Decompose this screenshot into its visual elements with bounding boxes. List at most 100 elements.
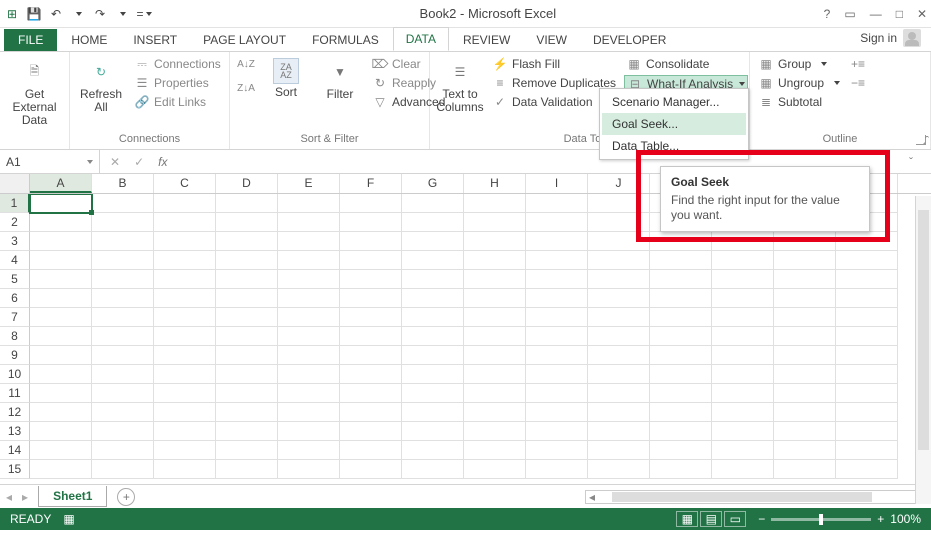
zoom-in-icon[interactable]: + [877,512,884,526]
cell-M4[interactable] [774,251,836,270]
cell-J11[interactable] [588,384,650,403]
cell-H11[interactable] [464,384,526,403]
cell-J12[interactable] [588,403,650,422]
row-header-3[interactable]: 3 [0,232,30,251]
scenario-manager-item[interactable]: Scenario Manager... [602,91,746,113]
cell-K5[interactable] [650,270,712,289]
redo-icon[interactable]: ↷ [92,6,108,22]
cell-H1[interactable] [464,194,526,213]
cell-L3[interactable] [712,232,774,251]
cell-G9[interactable] [402,346,464,365]
cell-K14[interactable] [650,441,712,460]
cell-E15[interactable] [278,460,340,479]
cell-H10[interactable] [464,365,526,384]
cell-K15[interactable] [650,460,712,479]
cell-A6[interactable] [30,289,92,308]
cell-M8[interactable] [774,327,836,346]
cell-G1[interactable] [402,194,464,213]
cell-J9[interactable] [588,346,650,365]
cell-C4[interactable] [154,251,216,270]
cell-L10[interactable] [712,365,774,384]
cell-C15[interactable] [154,460,216,479]
cell-D3[interactable] [216,232,278,251]
col-header-A[interactable]: A [30,174,92,193]
horizontal-scrollbar[interactable]: ◂ [585,490,925,504]
consolidate-button[interactable]: ▦Consolidate [624,56,748,72]
cell-H2[interactable] [464,213,526,232]
cell-G5[interactable] [402,270,464,289]
cell-A9[interactable] [30,346,92,365]
cell-B3[interactable] [92,232,154,251]
cell-L15[interactable] [712,460,774,479]
zoom-slider[interactable] [771,518,871,521]
cell-K9[interactable] [650,346,712,365]
select-all-corner[interactable] [0,174,30,193]
col-header-B[interactable]: B [92,174,154,193]
cell-H13[interactable] [464,422,526,441]
cell-N4[interactable] [836,251,898,270]
expand-formula-icon[interactable]: ˇ [891,155,931,169]
tab-developer[interactable]: DEVELOPER [581,29,678,51]
cell-C1[interactable] [154,194,216,213]
grid[interactable]: 123456789101112131415 [0,194,931,484]
cell-I9[interactable] [526,346,588,365]
cell-N9[interactable] [836,346,898,365]
cell-F6[interactable] [340,289,402,308]
cell-F12[interactable] [340,403,402,422]
cell-G15[interactable] [402,460,464,479]
cell-A8[interactable] [30,327,92,346]
col-header-D[interactable]: D [216,174,278,193]
macro-icon[interactable]: ▦ [63,512,74,526]
row-header-4[interactable]: 4 [0,251,30,270]
col-header-G[interactable]: G [402,174,464,193]
cell-L8[interactable] [712,327,774,346]
cell-C9[interactable] [154,346,216,365]
cell-E5[interactable] [278,270,340,289]
cell-M7[interactable] [774,308,836,327]
cell-F9[interactable] [340,346,402,365]
cell-A10[interactable] [30,365,92,384]
col-header-H[interactable]: H [464,174,526,193]
cell-K4[interactable] [650,251,712,270]
cell-D4[interactable] [216,251,278,270]
connections-button[interactable]: ⎓Connections [132,56,223,72]
cell-J7[interactable] [588,308,650,327]
cell-A11[interactable] [30,384,92,403]
col-header-J[interactable]: J [588,174,650,193]
tab-insert[interactable]: INSERT [121,29,189,51]
cell-C14[interactable] [154,441,216,460]
cell-I14[interactable] [526,441,588,460]
cell-B13[interactable] [92,422,154,441]
cell-F11[interactable] [340,384,402,403]
sort-desc-button[interactable]: Z↓A [236,80,256,96]
cell-B1[interactable] [92,194,154,213]
cell-K12[interactable] [650,403,712,422]
cell-J13[interactable] [588,422,650,441]
prev-sheet-icon[interactable]: ▸ [22,490,28,504]
data-table-item[interactable]: Data Table... [602,135,746,157]
row-header-7[interactable]: 7 [0,308,30,327]
cell-B8[interactable] [92,327,154,346]
row-header-1[interactable]: 1 [0,194,30,213]
cell-F4[interactable] [340,251,402,270]
cell-C2[interactable] [154,213,216,232]
row-header-13[interactable]: 13 [0,422,30,441]
cell-E11[interactable] [278,384,340,403]
maximize-icon[interactable]: □ [896,7,903,21]
cell-B9[interactable] [92,346,154,365]
row-header-6[interactable]: 6 [0,289,30,308]
cell-L13[interactable] [712,422,774,441]
cell-N13[interactable] [836,422,898,441]
show-detail-button[interactable]: +≡ [848,56,868,72]
tab-home[interactable]: HOME [59,29,119,51]
cell-I4[interactable] [526,251,588,270]
cell-H7[interactable] [464,308,526,327]
add-sheet-button[interactable]: + [117,488,135,506]
cell-N15[interactable] [836,460,898,479]
cell-F2[interactable] [340,213,402,232]
cell-F1[interactable] [340,194,402,213]
tab-review[interactable]: REVIEW [451,29,522,51]
first-sheet-icon[interactable]: ◂ [6,490,12,504]
cell-D12[interactable] [216,403,278,422]
cell-C8[interactable] [154,327,216,346]
